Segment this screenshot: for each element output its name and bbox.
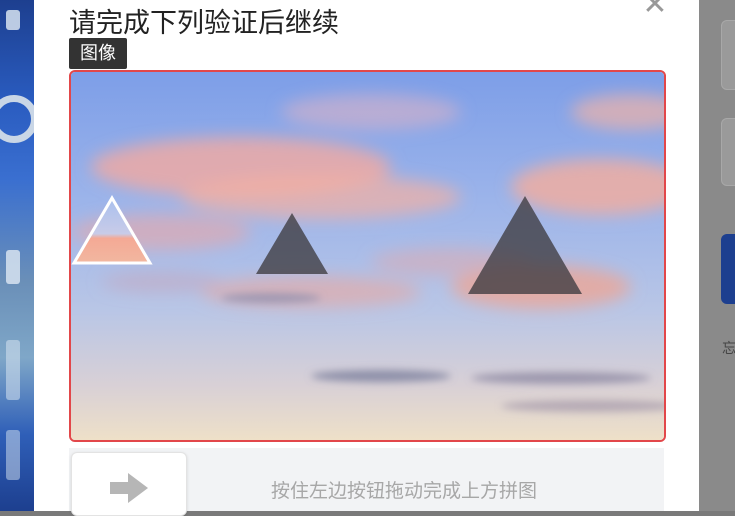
background-ring-shape [0, 95, 34, 143]
background-card [721, 20, 735, 90]
background-button [721, 234, 735, 304]
background-card [721, 118, 735, 186]
background-stripe [6, 10, 20, 30]
puzzle-canvas [71, 72, 664, 440]
background-text: 忘 [722, 341, 735, 357]
background-left-panel [0, 0, 34, 511]
slider-handle-button[interactable] [71, 452, 187, 516]
image-tag: 图像 [69, 38, 127, 69]
background-right-panel [699, 0, 735, 511]
slider-hint: 按住左边按钮拖动完成上方拼图 [271, 480, 538, 502]
puzzle-image [69, 70, 666, 442]
background-stripe [6, 250, 20, 284]
close-icon[interactable]: ✕ [640, 0, 670, 20]
background-stripe [6, 340, 20, 400]
background-stripe [6, 430, 20, 480]
captcha-dialog: 请完成下列验证后继续 ✕ 图像 按住左边按钮拖动完成上方拼图 [34, 0, 699, 516]
slider-track[interactable]: 按住左边按钮拖动完成上方拼图 [69, 448, 664, 516]
arrow-right-icon [110, 473, 148, 503]
